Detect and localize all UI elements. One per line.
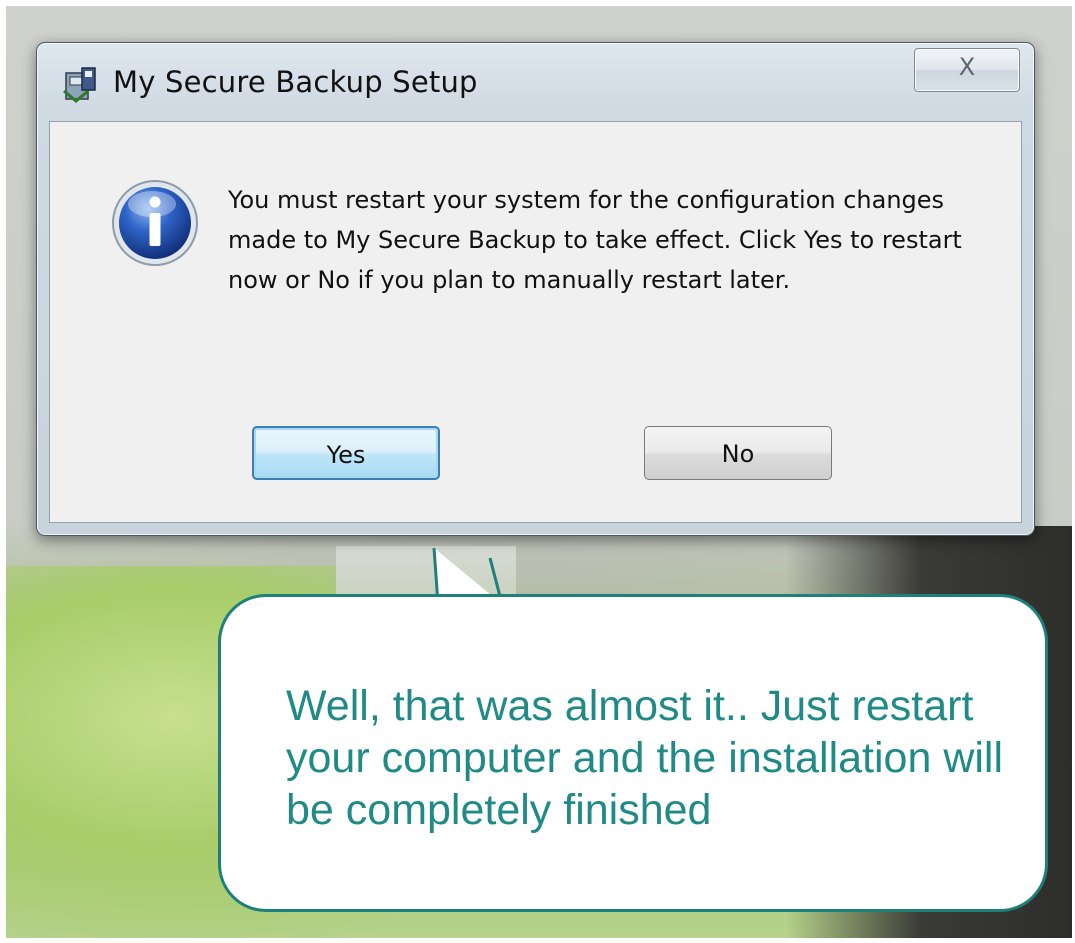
window-title: My Secure Backup Setup — [113, 65, 478, 99]
close-button[interactable]: X — [914, 48, 1020, 92]
setup-package-icon — [63, 67, 96, 103]
title-bar[interactable]: My Secure Backup Setup X — [37, 43, 1034, 121]
setup-dialog-window: My Secure Backup Setup X You must restar… — [36, 42, 1035, 536]
dialog-message: You must restart your system for the con… — [228, 186, 962, 294]
no-button[interactable]: No — [644, 426, 832, 480]
callout-text: Well, that was almost it.. Just restart … — [286, 682, 1004, 834]
information-icon — [112, 180, 198, 266]
close-icon: X — [958, 53, 976, 81]
yes-button[interactable]: Yes — [252, 426, 440, 480]
dialog-body: You must restart your system for the con… — [49, 121, 1022, 523]
